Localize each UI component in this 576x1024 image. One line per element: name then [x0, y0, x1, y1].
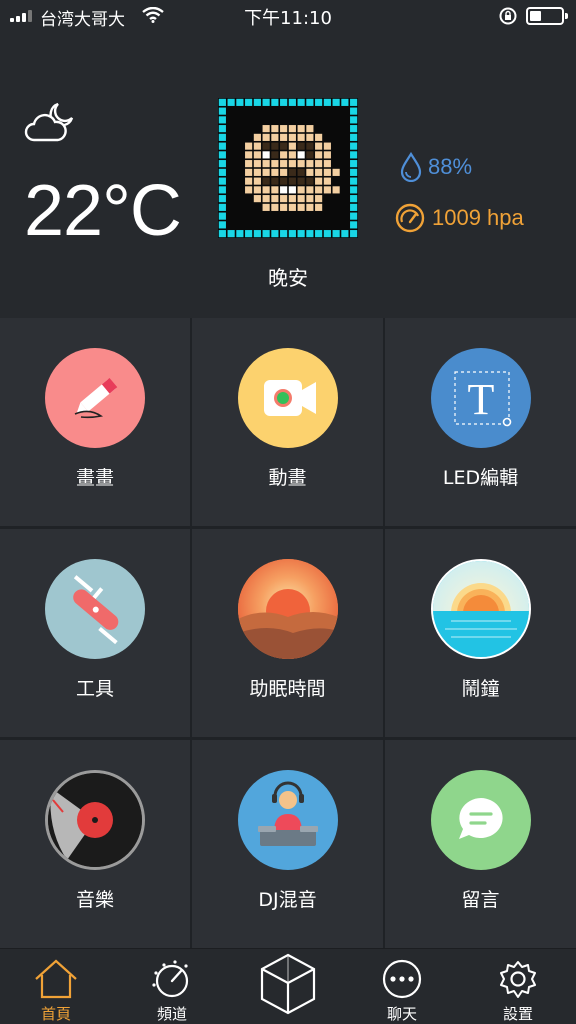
gear-icon: [500, 961, 536, 998]
gauge-icon: [395, 203, 425, 233]
tile-sleep-timer[interactable]: 助眠時間: [192, 529, 383, 737]
tile-label: 工具: [75, 678, 114, 700]
greeting-text: 晚安: [268, 266, 308, 290]
nav-home[interactable]: 首頁: [6, 949, 106, 1024]
svg-text:T: T: [467, 375, 494, 424]
text-icon: T: [430, 348, 531, 448]
feature-grid: 畫畫 動畫 T LED編輯 工具 助眠時間 鬧鐘 音樂 DJ混音 留言: [0, 318, 576, 948]
tile-label: 鬧鐘: [461, 678, 500, 700]
battery-icon: [526, 7, 568, 25]
tile-tools[interactable]: 工具: [0, 529, 190, 737]
nav-chat[interactable]: 聊天: [352, 949, 452, 1024]
status-time: 下午11:10: [244, 8, 332, 29]
bottom-navigation: 首頁 頻道 聊天 設置: [0, 948, 576, 1024]
tile-message[interactable]: 留言: [385, 740, 576, 948]
tile-draw[interactable]: 畫畫: [0, 318, 190, 526]
tile-label: 動畫: [268, 467, 307, 489]
home-icon: [35, 959, 77, 999]
orientation-lock-icon: [499, 7, 517, 25]
sunset-icon: [237, 559, 338, 659]
status-bar: 台湾大哥大 下午11:10: [0, 0, 576, 32]
nav-cube[interactable]: [238, 949, 338, 1024]
cube-icon: [260, 953, 316, 1015]
pixel-avatar-display[interactable]: [218, 98, 358, 238]
tile-label: 助眠時間: [249, 678, 326, 700]
nav-channel[interactable]: 頻道: [122, 949, 222, 1024]
nav-label: 首頁: [40, 1005, 71, 1023]
tile-dj-mix[interactable]: DJ混音: [192, 740, 383, 948]
temperature-value: 22°C: [24, 171, 182, 251]
tile-label: 留言: [461, 889, 500, 911]
nav-label: 頻道: [156, 1005, 187, 1023]
tile-label: LED編輯: [442, 467, 519, 489]
chat-dots-icon: [382, 959, 422, 999]
pressure-value: 1009 hpa: [432, 205, 524, 230]
water-drop-icon: [400, 152, 422, 182]
cloud-moon-icon: [24, 102, 74, 142]
tile-led-edit[interactable]: T LED編輯: [385, 318, 576, 526]
pressure-readout: 1009 hpa: [394, 202, 524, 234]
nav-settings[interactable]: 設置: [468, 949, 568, 1024]
weather-header: 22°C 晚安 88% 1009 hpa: [0, 32, 576, 318]
tile-label: DJ混音: [258, 889, 317, 911]
humidity-readout: 88%: [400, 152, 472, 182]
tile-animation[interactable]: 動畫: [192, 318, 383, 526]
nav-label: 聊天: [386, 1005, 417, 1023]
tile-label: 音樂: [75, 889, 114, 911]
chat-bubble-icon: [430, 770, 531, 870]
vinyl-record-icon: [45, 770, 145, 870]
tile-music[interactable]: 音樂: [0, 740, 190, 948]
video-camera-icon: [237, 348, 338, 448]
tile-label: 畫畫: [75, 467, 114, 489]
pencil-icon: [45, 348, 145, 448]
nav-label: 設置: [502, 1005, 533, 1023]
tile-alarm[interactable]: 鬧鐘: [385, 529, 576, 737]
sunrise-icon: [430, 559, 531, 659]
swiss-knife-icon: [45, 559, 145, 659]
channel-dial-icon: [152, 960, 189, 998]
dj-icon: [237, 770, 338, 870]
humidity-value: 88%: [428, 154, 473, 179]
